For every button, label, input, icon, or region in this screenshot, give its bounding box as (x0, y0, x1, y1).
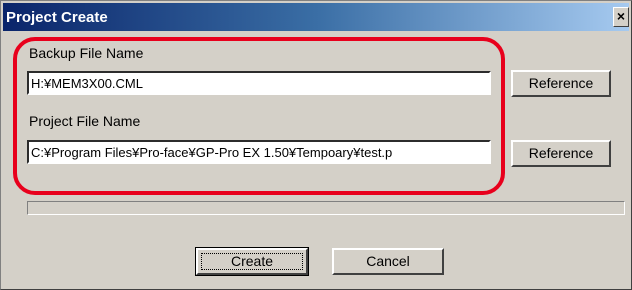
backup-reference-button[interactable]: Reference (511, 70, 611, 97)
backup-file-input[interactable]: H:¥MEM3X00.CML (27, 71, 491, 95)
cancel-button[interactable]: Cancel (332, 248, 444, 275)
project-create-dialog: Project Create × Backup File Name H:¥MEM… (0, 0, 632, 290)
project-file-label: Project File Name (29, 113, 141, 129)
close-icon[interactable]: × (613, 7, 629, 27)
create-button[interactable]: Create (195, 247, 309, 276)
project-file-input[interactable]: C:¥Program Files¥Pro-face¥GP-Pro EX 1.50… (27, 140, 491, 164)
focus-rect (201, 253, 303, 270)
project-reference-button[interactable]: Reference (511, 140, 611, 167)
window-title: Project Create (6, 9, 108, 26)
progress-bar (27, 201, 625, 215)
backup-file-label: Backup File Name (29, 45, 144, 61)
title-bar[interactable]: Project Create × (3, 3, 629, 31)
